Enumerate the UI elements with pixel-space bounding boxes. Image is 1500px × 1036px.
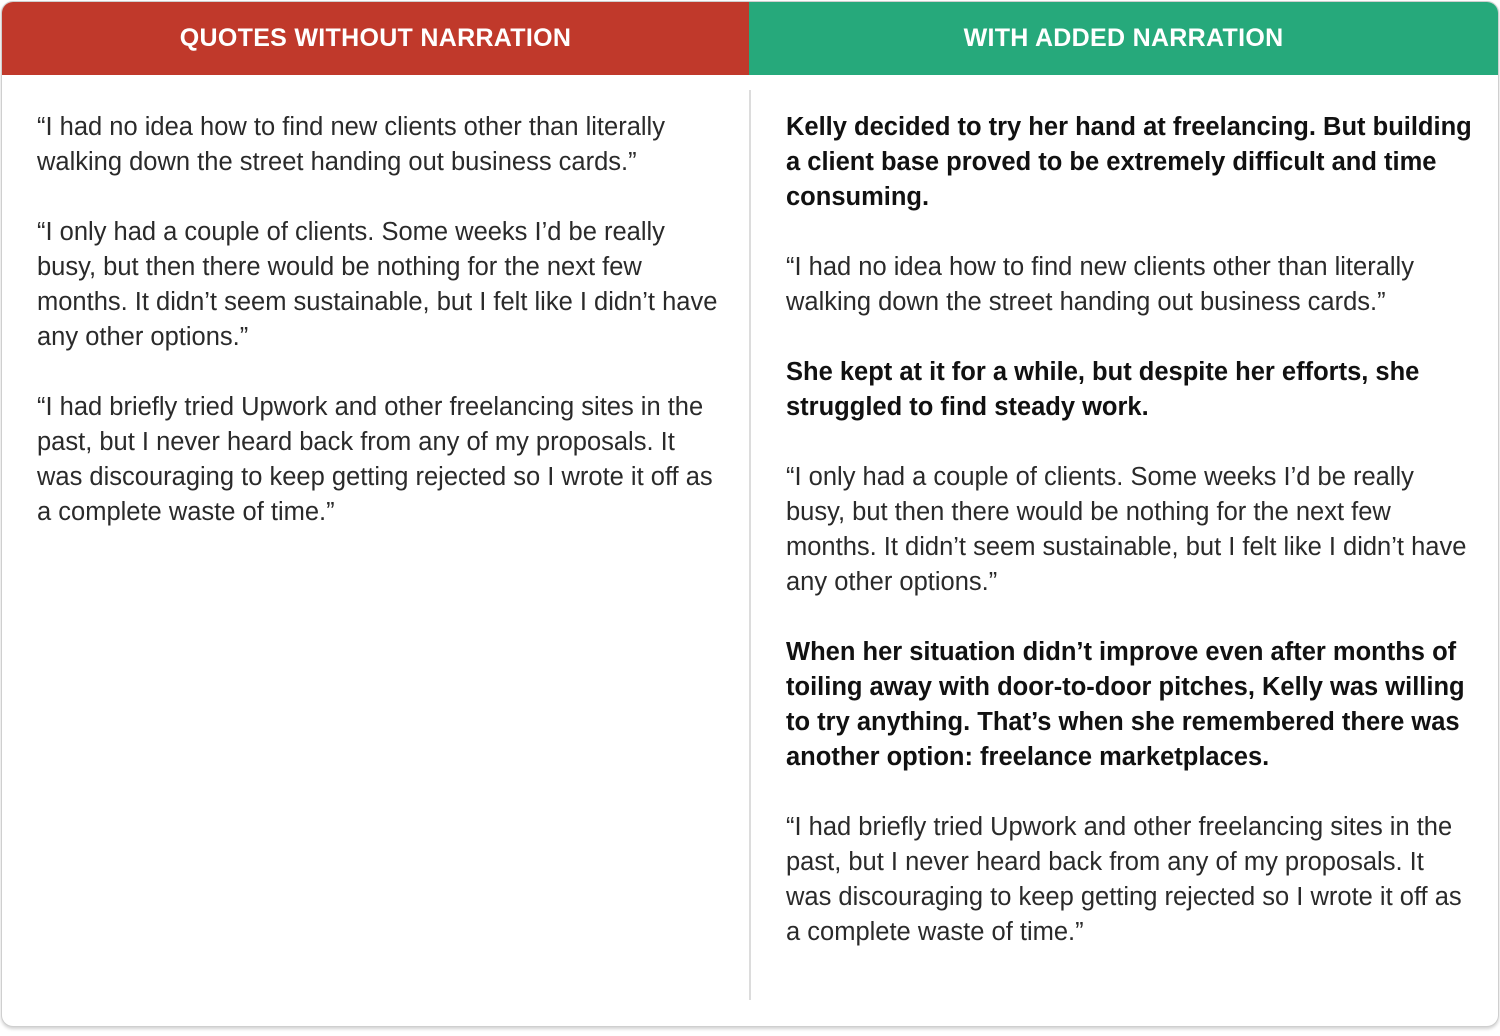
left-column-header-label: QUOTES WITHOUT NARRATION <box>179 24 572 52</box>
quote-paragraph: “I had briefly tried Upwork and other fr… <box>786 813 1462 946</box>
right-column-body: Kelly decided to try her hand at freelan… <box>786 110 1476 985</box>
quote-paragraph: “I only had a couple of clients. Some we… <box>37 218 718 351</box>
right-column-header: WITH ADDED NARRATION <box>749 2 1498 75</box>
narration-paragraph: She kept at it for a while, but despite … <box>786 358 1420 421</box>
comparison-card: QUOTES WITHOUT NARRATION WITH ADDED NARR… <box>1 1 1499 1027</box>
quote-paragraph: “I had no idea how to find new clients o… <box>786 253 1414 316</box>
left-column-header: QUOTES WITHOUT NARRATION <box>2 2 749 75</box>
left-column-body: “I had no idea how to find new clients o… <box>37 110 727 565</box>
quote-paragraph: “I had briefly tried Upwork and other fr… <box>37 393 713 526</box>
right-column-header-label: WITH ADDED NARRATION <box>963 24 1284 52</box>
column-divider <box>749 90 751 1000</box>
quote-paragraph: “I had no idea how to find new clients o… <box>37 113 665 176</box>
quote-paragraph: “I only had a couple of clients. Some we… <box>786 463 1467 596</box>
narration-paragraph: Kelly decided to try her hand at freelan… <box>786 113 1472 211</box>
narration-paragraph: When her situation didn’t improve even a… <box>786 638 1465 771</box>
